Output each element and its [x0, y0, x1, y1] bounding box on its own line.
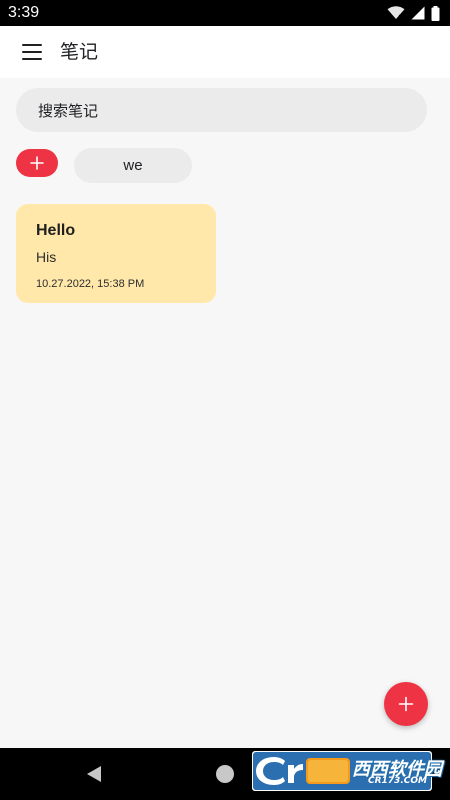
- status-bar: 3:39: [0, 0, 450, 26]
- app-screen: 3:39 笔记 搜索笔记 we Hello His 10.27.2022, 15…: [0, 0, 450, 800]
- navigation-bar: [0, 748, 450, 800]
- battery-icon: [431, 5, 440, 21]
- note-date: 10.27.2022, 15:38 PM: [36, 278, 145, 290]
- search-input[interactable]: 搜索笔记: [16, 88, 427, 132]
- back-icon[interactable]: [86, 765, 102, 783]
- status-icons: [387, 5, 440, 21]
- plus-icon: [30, 156, 44, 170]
- note-body: His: [36, 249, 57, 265]
- search-placeholder: 搜索笔记: [38, 101, 99, 120]
- add-note-button[interactable]: [384, 682, 428, 726]
- tag-chip[interactable]: we: [74, 148, 192, 183]
- plus-icon: [398, 696, 414, 712]
- status-time: 3:39: [8, 4, 40, 21]
- menu-icon[interactable]: [22, 41, 44, 63]
- signal-icon: [411, 6, 425, 20]
- app-bar: 笔记: [0, 26, 450, 78]
- page-title: 笔记: [60, 41, 99, 63]
- add-tag-button[interactable]: [16, 149, 58, 177]
- wifi-icon: [387, 6, 405, 19]
- note-card[interactable]: Hello His 10.27.2022, 15:38 PM: [16, 204, 216, 303]
- note-title: Hello: [36, 222, 76, 239]
- home-icon[interactable]: [216, 765, 234, 783]
- tag-chip-label: we: [123, 157, 143, 174]
